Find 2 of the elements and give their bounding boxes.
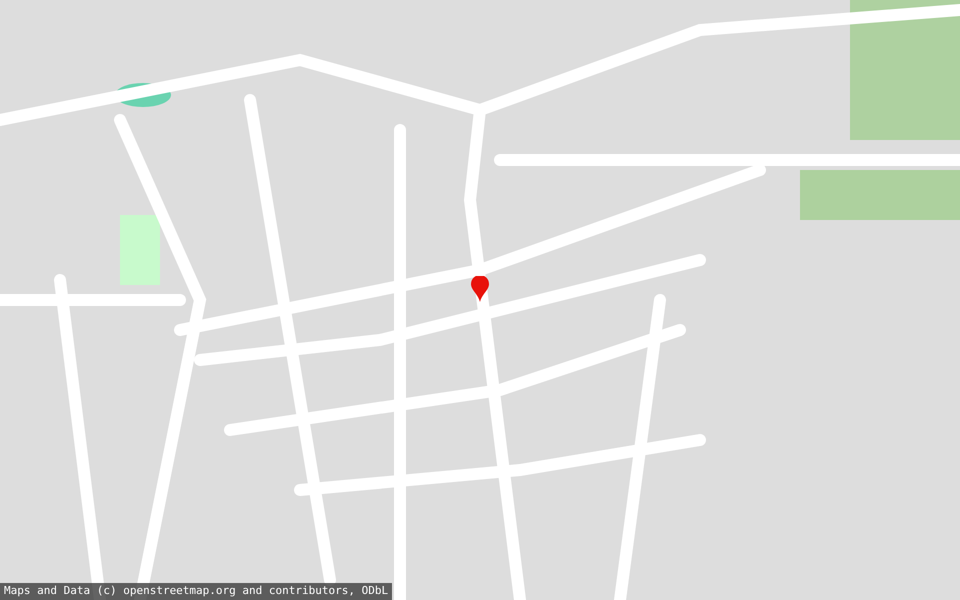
map-marker-icon [471, 276, 489, 302]
attribution-text: Maps and Data (c) openstreetmap.org and contributors, ODbL [4, 583, 388, 600]
